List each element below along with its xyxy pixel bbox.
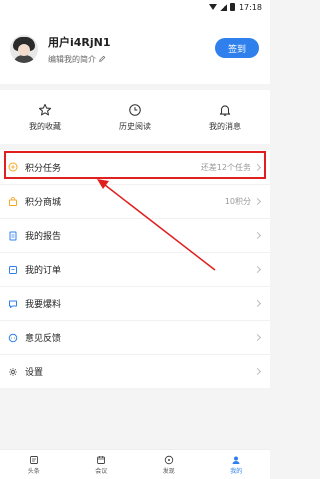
clock-icon	[128, 103, 142, 117]
menu-value: 还差12个任务	[200, 162, 251, 172]
feedback-icon	[8, 333, 18, 343]
signal-icon	[219, 3, 227, 11]
battery-icon	[229, 3, 235, 11]
wifi-icon	[208, 4, 217, 10]
chevron-right-icon	[253, 299, 262, 308]
profile-info: 用户i4RjN1 编辑我的简介	[48, 34, 111, 65]
menu-item-reports[interactable]: 我的报告	[0, 218, 270, 252]
profile-page: 17:18 用户i4RjN1 编辑我的简介 签到 我的收藏 历史阅读 我的消息 …	[0, 0, 270, 479]
chevron-right-icon	[253, 163, 262, 171]
shop-icon	[8, 196, 18, 207]
status-time: 17:18	[238, 2, 262, 12]
settings-icon	[8, 367, 18, 377]
menu-item-feedback[interactable]: 意见反馈	[0, 320, 270, 354]
meeting-icon	[96, 455, 106, 465]
menu-right-info	[253, 299, 262, 308]
nav-discover[interactable]: 发现	[144, 455, 194, 475]
edit-bio-link[interactable]: 编辑我的简介	[48, 54, 111, 65]
menu-item-orders[interactable]: 我的订单	[0, 252, 270, 286]
nav-label: 会议	[95, 467, 108, 475]
menu-item-points-shop[interactable]: 积分商城 10积分	[0, 184, 270, 218]
quick-label-favorites: 我的收藏	[29, 121, 61, 131]
nav-meeting[interactable]: 会议	[76, 455, 126, 475]
bio-text: 编辑我的简介	[48, 54, 96, 64]
menu-list: 积分任务 还差12个任务 积分商城 10积分 我的报告 我的订单 我要爆料 意见…	[0, 150, 270, 388]
profile-icon	[231, 455, 241, 465]
chevron-right-icon	[253, 333, 262, 342]
quick-favorites[interactable]: 我的收藏	[5, 103, 85, 132]
menu-right-info	[253, 231, 262, 240]
nav-headline[interactable]: 头条	[9, 455, 59, 475]
quick-actions: 我的收藏 历史阅读 我的消息	[0, 90, 270, 144]
menu-right-info: 10积分	[224, 196, 262, 207]
menu-label: 我的报告	[25, 232, 62, 242]
chevron-right-icon	[253, 265, 262, 274]
signin-button[interactable]: 签到	[215, 38, 259, 58]
status-bar: 17:18	[0, 0, 270, 14]
menu-label: 我的订单	[25, 266, 62, 276]
menu-label: 我要爆料	[25, 300, 62, 310]
menu-label: 积分商城	[25, 198, 62, 208]
menu-label: 设置	[25, 368, 44, 378]
menu-right-info: 还差12个任务	[200, 162, 262, 173]
menu-item-points-task[interactable]: 积分任务 还差12个任务	[0, 150, 270, 184]
bell-icon	[218, 103, 232, 117]
chevron-right-icon	[253, 367, 262, 376]
menu-right-info	[253, 333, 262, 342]
headline-icon	[29, 455, 39, 465]
discover-icon	[164, 455, 174, 465]
menu-label: 积分任务	[25, 163, 62, 174]
tipoff-icon	[8, 299, 18, 309]
quick-label-history: 历史阅读	[119, 121, 151, 131]
menu-value: 10积分	[224, 197, 251, 206]
menu-item-settings[interactable]: 设置	[0, 354, 270, 388]
star-icon	[38, 103, 52, 117]
avatar[interactable]	[10, 35, 38, 63]
nav-profile[interactable]: 我的	[211, 455, 261, 475]
order-icon	[8, 265, 18, 275]
nav-label: 发现	[162, 467, 175, 475]
quick-messages[interactable]: 我的消息	[185, 103, 265, 132]
bottom-nav: 头条 会议 发现 我的	[0, 449, 270, 479]
status-icons	[208, 3, 235, 11]
menu-item-tipoff[interactable]: 我要爆料	[0, 286, 270, 320]
points-task-icon	[8, 162, 18, 172]
chevron-right-icon	[253, 197, 262, 206]
chevron-right-icon	[253, 231, 262, 240]
profile-header: 用户i4RjN1 编辑我的简介 签到	[0, 14, 270, 84]
quick-label-messages: 我的消息	[209, 121, 241, 131]
nav-label: 我的	[230, 467, 243, 475]
menu-right-info	[253, 367, 262, 376]
quick-history[interactable]: 历史阅读	[95, 103, 175, 132]
username: 用户i4RjN1	[48, 35, 111, 49]
report-icon	[8, 231, 18, 241]
menu-label: 意见反馈	[25, 334, 62, 344]
nav-label: 头条	[27, 467, 40, 475]
pencil-icon	[98, 55, 106, 63]
menu-right-info	[253, 265, 262, 274]
